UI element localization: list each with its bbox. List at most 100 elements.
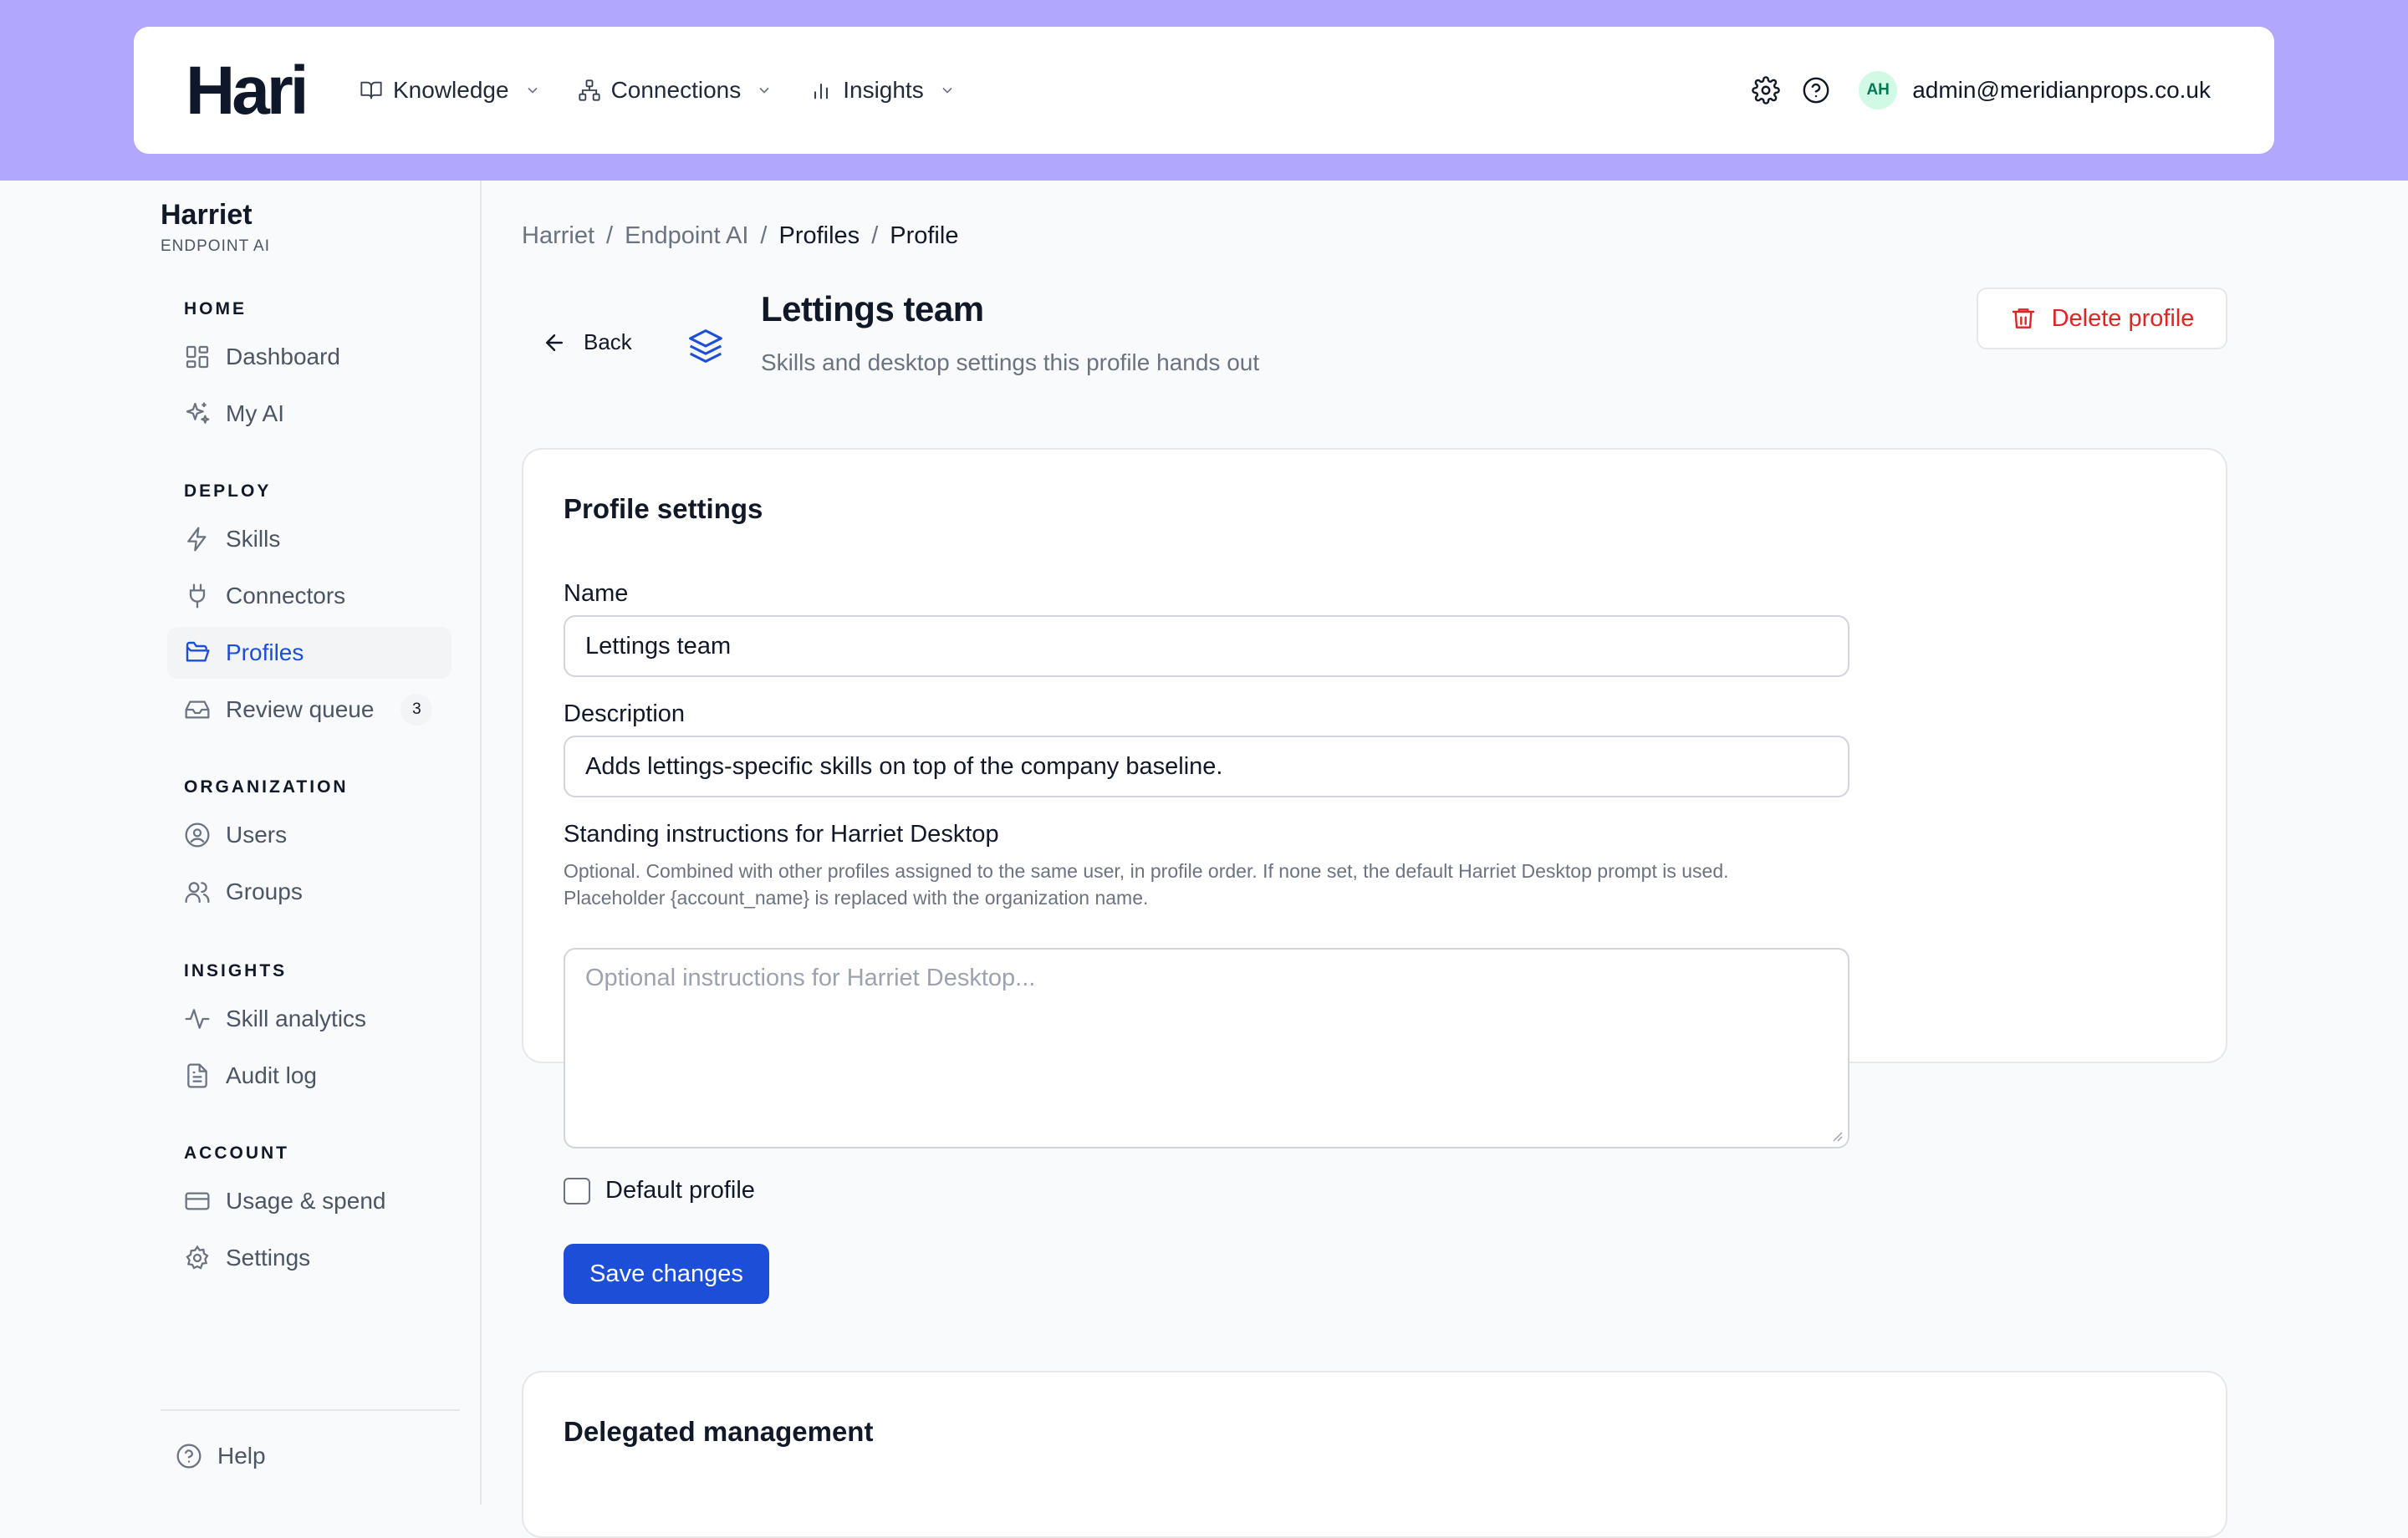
main-content: Harriet / Endpoint AI / Profiles / Profi… (483, 181, 2408, 1538)
folder-open-icon (186, 641, 210, 662)
page-subtitle: Skills and desktop settings this profile… (761, 349, 1260, 375)
sidebar-item-connectors[interactable]: Connectors (167, 570, 452, 622)
sidebar-help-link[interactable]: Help (176, 1443, 266, 1469)
instructions-label: Standing instructions for Harriet Deskto… (564, 821, 999, 848)
nav-connections-label: Connections (610, 77, 742, 103)
sidebar-item-label: Profiles (226, 639, 304, 665)
section-label-account: ACCOUNT (184, 1143, 289, 1163)
breadcrumb-separator: / (871, 222, 879, 249)
app-logo[interactable]: Hari (186, 57, 309, 125)
sidebar-item-profiles[interactable]: Profiles (167, 627, 452, 679)
name-label: Name (564, 580, 629, 607)
default-profile-label: Default profile (605, 1177, 755, 1204)
sidebar-item-settings[interactable]: Settings (167, 1232, 452, 1284)
sidebar-item-users[interactable]: Users (167, 809, 452, 861)
sidebar-item-label: Usage & spend (226, 1188, 386, 1214)
section-label-home: HOME (184, 299, 247, 318)
user-circle-icon (185, 822, 210, 848)
sidebar-item-groups[interactable]: Groups (167, 866, 452, 918)
profile-settings-card: Profile settings Name Lettings team Desc… (522, 448, 2227, 1304)
book-icon (360, 81, 382, 99)
dashboard-grid-icon (186, 345, 209, 369)
nav-insights[interactable]: Insights (809, 77, 956, 104)
nav-knowledge-label: Knowledge (393, 77, 509, 103)
sidebar-divider (161, 1409, 460, 1411)
user-email[interactable]: admin@meridianprops.co.uk (1912, 77, 2211, 104)
plug-icon (189, 583, 206, 609)
gear-icon[interactable] (1752, 76, 1780, 104)
arrow-left-icon (546, 334, 563, 351)
bar-chart-icon (814, 83, 829, 99)
section-label-organization: ORGANIZATION (184, 777, 349, 797)
sidebar-item-label: Users (226, 822, 288, 848)
page-title: Lettings team (761, 289, 984, 328)
breadcrumb: Harriet / Endpoint AI / Profiles / Profi… (522, 222, 958, 250)
chevron-down-icon (527, 87, 538, 94)
instructions-textarea[interactable]: Optional instructions for Harriet Deskto… (564, 948, 1849, 1148)
sidebar-item-label: Skill analytics (226, 1006, 367, 1031)
chevron-down-icon (942, 87, 952, 94)
gear-icon (186, 1245, 209, 1270)
delegated-management-title: Delegated management (564, 1416, 874, 1447)
description-input[interactable]: Adds lettings-specific skills on top of … (564, 736, 1849, 797)
save-changes-button[interactable]: Save changes (564, 1244, 769, 1304)
delegated-management-card: Delegated management (522, 1371, 2227, 1538)
section-label-deploy: DEPLOY (184, 481, 272, 501)
breadcrumb-item-profile: Profile (890, 222, 959, 249)
credit-card-icon (185, 1192, 210, 1210)
review-queue-count-badge: 3 (400, 694, 433, 726)
help-circle-icon[interactable] (1802, 76, 1830, 104)
resize-handle-icon[interactable] (1829, 1128, 1843, 1142)
instructions-placeholder: Optional instructions for Harriet Deskto… (585, 965, 1036, 991)
sidebar-item-label: Connectors (226, 583, 346, 609)
help-label: Help (217, 1443, 266, 1469)
nav-connections[interactable]: Connections (578, 77, 773, 104)
sidebar-item-dashboard[interactable]: Dashboard (167, 331, 452, 383)
sidebar-item-label: Audit log (226, 1062, 317, 1088)
sidebar-item-review-queue[interactable]: Review queue 3 (167, 684, 452, 736)
org-subtitle: ENDPOINT AI (161, 237, 271, 255)
profile-settings-title: Profile settings (564, 493, 763, 524)
sidebar-item-label: Skills (226, 526, 281, 552)
nav-knowledge[interactable]: Knowledge (360, 77, 541, 104)
sidebar-item-usage-spend[interactable]: Usage & spend (167, 1175, 452, 1227)
breadcrumb-item-profiles[interactable]: Profiles (778, 222, 860, 250)
sidebar-item-label: Dashboard (226, 344, 340, 369)
default-profile-option[interactable]: Default profile (564, 1177, 755, 1204)
description-label: Description (564, 700, 686, 727)
main-nav: Knowledge Connections Insights (360, 27, 956, 154)
sidebar-item-skills[interactable]: Skills (167, 513, 452, 565)
users-icon (185, 882, 210, 904)
breadcrumb-separator: / (760, 222, 768, 249)
lightning-icon (187, 527, 207, 552)
network-icon (578, 79, 600, 101)
sidebar-item-label: My AI (226, 400, 285, 426)
name-input[interactable]: Lettings team (564, 615, 1849, 677)
top-navigation-bar: Hari Knowledge Connections Insights AH a… (134, 27, 2274, 154)
instructions-hint: Optional. Combined with other profiles a… (564, 860, 1729, 882)
breadcrumb-separator: / (606, 222, 614, 249)
trash-icon (2012, 308, 2034, 328)
delete-profile-button[interactable]: Delete profile (1977, 288, 2227, 349)
activity-icon (185, 1009, 210, 1029)
breadcrumb-item-harriet[interactable]: Harriet (522, 222, 594, 250)
back-label: Back (584, 329, 632, 354)
default-profile-checkbox[interactable] (564, 1177, 590, 1204)
layers-icon (689, 329, 722, 363)
instructions-placeholder-hint: Placeholder {account_name} is replaced w… (564, 887, 1149, 909)
breadcrumb-item-endpoint-ai[interactable]: Endpoint AI (625, 222, 748, 250)
sidebar: Harriet ENDPOINT AI HOME Dashboard My AI… (0, 181, 482, 1505)
file-text-icon (187, 1063, 207, 1088)
sidebar-item-label: Review queue (226, 696, 375, 722)
inbox-icon (185, 700, 210, 719)
back-button[interactable]: Back (542, 329, 632, 355)
org-name: Harriet (161, 199, 253, 231)
chevron-down-icon (759, 87, 769, 94)
sidebar-item-audit-log[interactable]: Audit log (167, 1050, 452, 1102)
section-label-insights: INSIGHTS (184, 961, 288, 980)
header-actions: AH admin@meridianprops.co.uk (1752, 27, 2211, 154)
avatar[interactable]: AH (1859, 71, 1898, 109)
sidebar-item-skill-analytics[interactable]: Skill analytics (167, 993, 452, 1045)
help-circle-icon (176, 1444, 202, 1469)
sidebar-item-my-ai[interactable]: My AI (167, 388, 452, 440)
